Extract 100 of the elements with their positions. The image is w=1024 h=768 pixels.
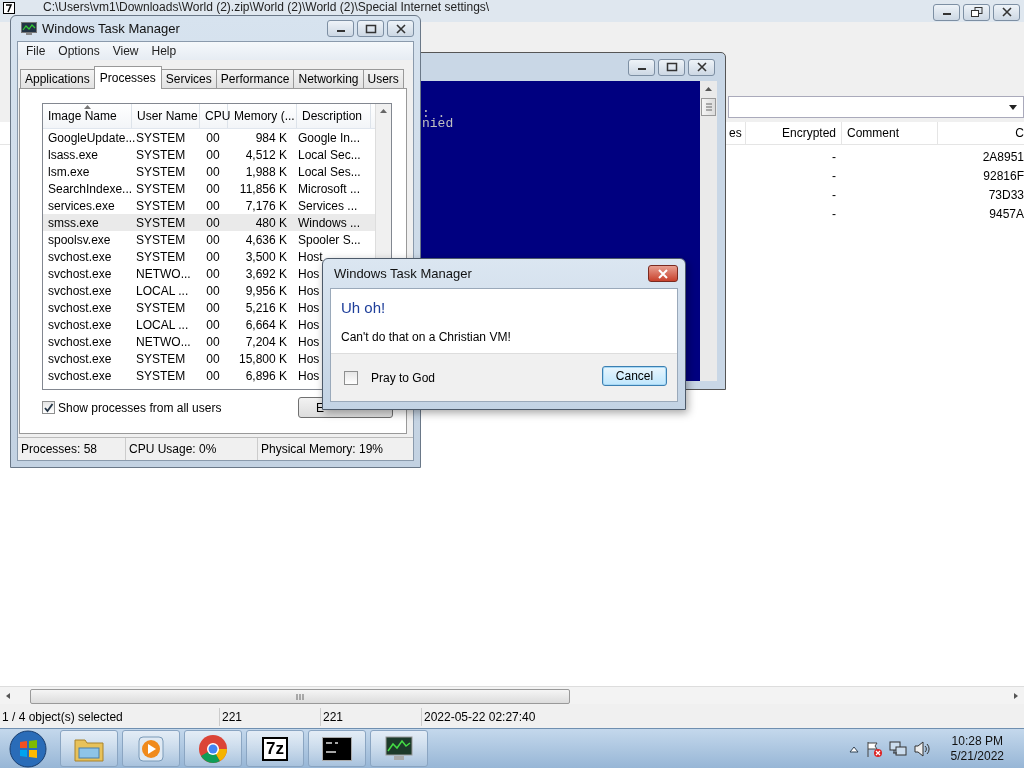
table-cell-text: NETWO... xyxy=(135,334,192,349)
column-header[interactable]: Description xyxy=(297,104,371,128)
table-cell-text: Spooler S... xyxy=(297,232,361,247)
menu-item[interactable]: Help xyxy=(146,44,182,58)
status-text: 221 xyxy=(220,708,321,726)
vertical-scrollbar[interactable] xyxy=(700,81,717,381)
table-cell-text: 3,692 K xyxy=(244,266,288,281)
table-cell-text: SearchIndexe... xyxy=(47,181,131,196)
menu-item[interactable]: View xyxy=(107,44,144,58)
close-button[interactable] xyxy=(993,3,1020,21)
minimize-button[interactable] xyxy=(933,3,960,21)
table-cell-text: 480 K xyxy=(254,215,288,230)
status-text: 1 / 4 object(s) selected xyxy=(0,708,220,726)
table-cell-text: svchost.exe xyxy=(47,368,113,383)
minimize-button[interactable] xyxy=(327,20,354,37)
scrollbar-thumb[interactable] xyxy=(701,98,716,116)
tab[interactable]: Users xyxy=(362,69,404,88)
column-header[interactable]: es xyxy=(728,122,746,144)
checkbox-label: Show processes from all users xyxy=(58,400,222,415)
column-header[interactable]: User Name xyxy=(132,104,200,128)
clock[interactable]: 10:28 PM 5/21/2022 xyxy=(950,733,1004,764)
table-row[interactable]: SearchIndexe... SYSTEM 00 11,856 K Microsoft ... xyxy=(43,180,375,197)
address-field[interactable] xyxy=(728,96,1024,118)
table-cell-text: SYSTEM xyxy=(135,147,187,162)
table-cell-text: SYSTEM xyxy=(135,351,187,366)
table-cell-text: SYSTEM xyxy=(135,215,187,230)
table-cell-text: svchost.exe xyxy=(47,249,113,264)
taskbar-button[interactable] xyxy=(370,730,428,767)
close-button[interactable] xyxy=(648,265,678,282)
maximize-button[interactable] xyxy=(658,58,685,76)
table-cell-text: Microsoft ... xyxy=(297,181,360,196)
minimize-button[interactable] xyxy=(628,58,655,76)
table-cell-text: Hos xyxy=(297,334,320,349)
volume-icon[interactable] xyxy=(912,739,931,758)
menu-item[interactable]: Options xyxy=(53,44,105,58)
table-cell-text: lsass.exe xyxy=(47,147,100,162)
network-icon[interactable] xyxy=(888,739,907,758)
monitor-icon xyxy=(21,21,37,36)
table-cell-text: 00 xyxy=(205,266,221,281)
terminal-icon xyxy=(322,736,352,761)
taskbar-button[interactable] xyxy=(308,730,366,767)
column-header[interactable]: Image Name xyxy=(43,104,132,128)
table-row[interactable]: smss.exe SYSTEM 00 480 K Windows ... xyxy=(43,214,375,231)
table-cell-text: 00 xyxy=(205,368,221,383)
table-cell-text: SYSTEM xyxy=(135,232,187,247)
table-cell-text: 00 xyxy=(205,130,221,145)
table-row[interactable]: lsass.exe SYSTEM 00 4,512 K Local Sec... xyxy=(43,146,375,163)
table-cell-text: - xyxy=(831,149,837,164)
cancel-button[interactable]: Cancel xyxy=(602,365,667,386)
column-header[interactable]: C xyxy=(938,122,1024,144)
maximize-button[interactable] xyxy=(357,20,384,37)
taskbar-button[interactable]: 7z xyxy=(246,730,304,767)
flag-icon[interactable] xyxy=(864,739,883,758)
checkbox[interactable] xyxy=(42,401,55,414)
table-cell-text: SYSTEM xyxy=(135,181,187,196)
show-hidden-icons-button[interactable] xyxy=(848,744,859,753)
restore-button[interactable] xyxy=(963,3,990,21)
table-cell-text: svchost.exe xyxy=(47,317,113,332)
table-cell-text: 6,896 K xyxy=(244,368,288,383)
table-cell-text: 00 xyxy=(205,198,221,213)
table-row[interactable]: GoogleUpdate...SYSTEM 00 984 K Google In... xyxy=(43,129,375,146)
table-row[interactable]: spoolsv.exe SYSTEM 00 4,636 K Spooler S... xyxy=(43,231,375,248)
table-row[interactable]: svchost.exe SYSTEM 00 3,500 K Host xyxy=(43,248,375,265)
table-cell-text: 00 xyxy=(205,164,221,179)
table-cell-text: 00 xyxy=(205,317,221,332)
table-cell-text: - xyxy=(831,187,837,202)
dropdown-caret-icon[interactable] xyxy=(1009,104,1017,110)
table-row[interactable]: services.exe SYSTEM 00 7,176 K Services ... xyxy=(43,197,375,214)
start-button[interactable] xyxy=(8,728,48,768)
restore-icon xyxy=(970,7,983,17)
grip-icon xyxy=(296,693,304,700)
table-cell-text: svchost.exe xyxy=(47,334,113,349)
menu-item[interactable]: File xyxy=(21,44,51,58)
tab[interactable]: Processes xyxy=(93,66,162,89)
table-cell-text: SYSTEM xyxy=(135,368,187,383)
tab[interactable]: Applications xyxy=(20,69,95,88)
table-cell-text: svchost.exe xyxy=(47,351,113,366)
browser-icon xyxy=(198,733,228,764)
table-cell-text: - xyxy=(831,168,837,183)
status-text: Physical Memory: 19% xyxy=(260,441,385,458)
table-row[interactable]: lsm.exe SYSTEM 00 1,988 K Local Ses... xyxy=(43,163,375,180)
tab[interactable]: Networking xyxy=(293,69,364,88)
close-button[interactable] xyxy=(688,58,715,76)
table-cell-text: Hos xyxy=(297,317,320,332)
table-cell-text: svchost.exe xyxy=(47,283,113,298)
table-cell-text: 92816F xyxy=(982,168,1024,183)
close-button[interactable] xyxy=(387,20,414,37)
column-header[interactable]: CPU xyxy=(200,104,228,128)
table-cell-text: SYSTEM xyxy=(135,300,187,315)
close-icon xyxy=(1001,7,1012,17)
tab[interactable]: Performance xyxy=(215,69,295,88)
horizontal-scrollbar[interactable] xyxy=(0,686,1024,704)
column-header[interactable]: Encrypted xyxy=(746,122,842,144)
table-cell-text: 2A8951 xyxy=(981,149,1024,164)
table-cell-text: LOCAL ... xyxy=(135,283,190,298)
tab[interactable]: Services xyxy=(160,69,217,88)
table-cell-text: 00 xyxy=(205,249,221,264)
checkbox[interactable] xyxy=(344,370,358,385)
scrollbar-thumb[interactable] xyxy=(30,689,570,704)
column-header[interactable]: Comment xyxy=(842,122,938,144)
